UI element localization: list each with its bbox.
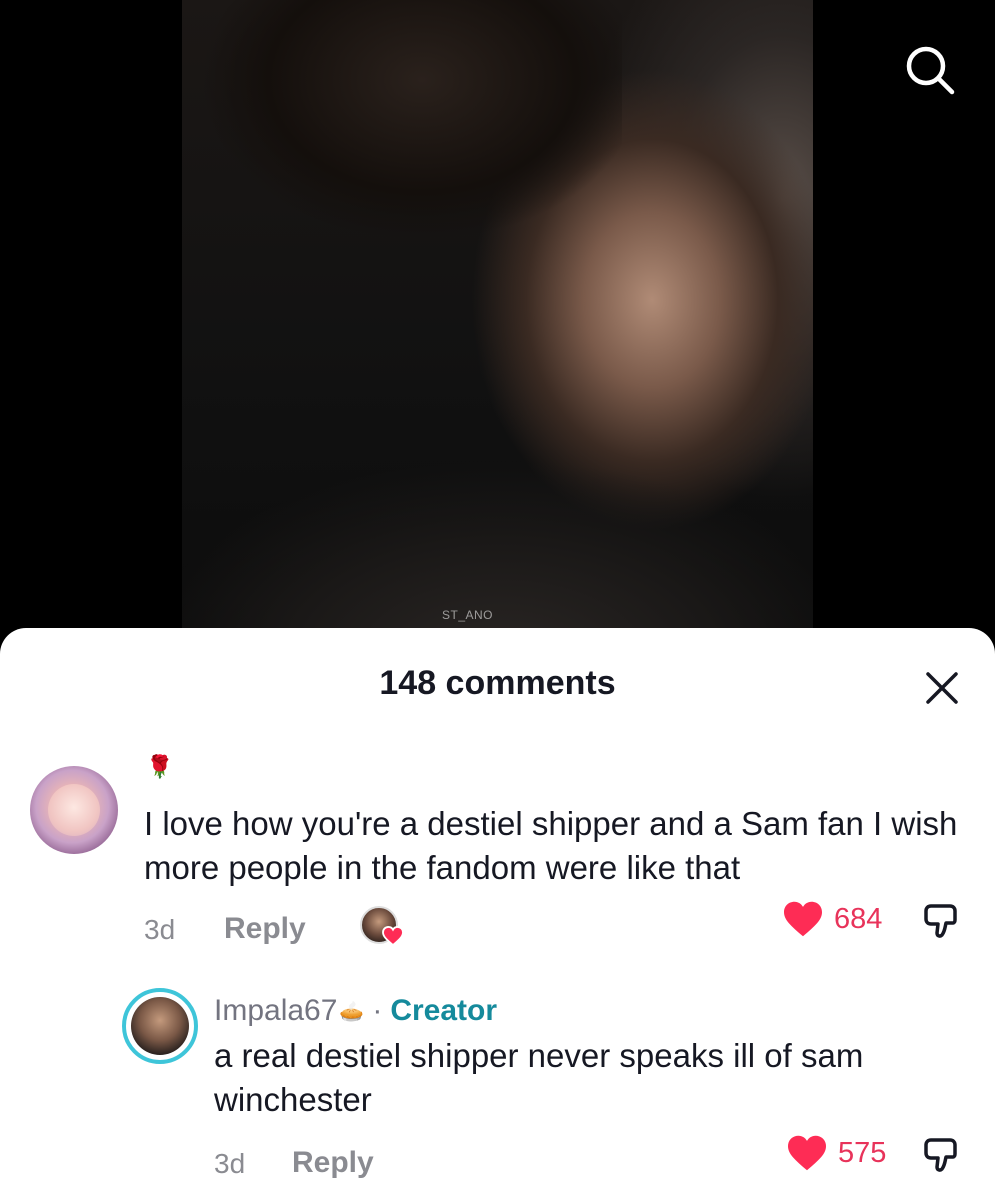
creator-avatar[interactable]: [122, 988, 198, 1064]
close-button[interactable]: [920, 666, 964, 710]
like-button[interactable]: 684: [782, 900, 882, 938]
like-count: 684: [834, 902, 883, 935]
reply-time: 3d: [214, 1148, 246, 1179]
creator-label: Creator: [390, 994, 498, 1027]
liked-by-creator-badge: [360, 906, 406, 950]
dislike-button[interactable]: [922, 1134, 964, 1181]
comments-sheet: 148 comments 🌹 I love how you're a desti…: [0, 628, 995, 1200]
separator-dot: ·: [372, 994, 383, 1027]
reply-text: a real destiel shipper never speaks ill …: [214, 1037, 864, 1118]
comment-time: 3d: [144, 914, 176, 945]
video-watermark: ST_ANO: [442, 608, 494, 622]
username[interactable]: Impala67: [214, 994, 337, 1028]
reply-button[interactable]: Reply: [292, 1146, 374, 1180]
video-player[interactable]: ST_ANO: [0, 0, 995, 640]
heart-icon: [788, 1135, 826, 1171]
search-button[interactable]: [900, 40, 960, 100]
close-icon: [926, 672, 958, 704]
thumbs-down-icon: [924, 904, 957, 938]
comments-count-title: 148 comments: [379, 664, 616, 702]
comment-text: I love how you're a destiel shipper and …: [144, 805, 958, 886]
pie-emoji: 🥧: [339, 1000, 365, 1023]
like-count: 575: [838, 1136, 887, 1169]
heart-icon: [784, 901, 822, 937]
search-icon: [906, 46, 955, 95]
video-content: [202, 0, 622, 320]
heart-icon: [382, 926, 404, 946]
commenter-avatar[interactable]: [30, 766, 118, 854]
dislike-button[interactable]: [922, 900, 964, 947]
video-frame: ST_ANO: [182, 0, 813, 640]
like-button[interactable]: 575: [786, 1134, 886, 1172]
thumbs-down-icon: [924, 1138, 957, 1172]
reply-author: Impala67 🥧 · Creator: [214, 994, 497, 1028]
reply-button[interactable]: Reply: [224, 912, 306, 946]
rose-emoji: 🌹: [146, 754, 174, 779]
